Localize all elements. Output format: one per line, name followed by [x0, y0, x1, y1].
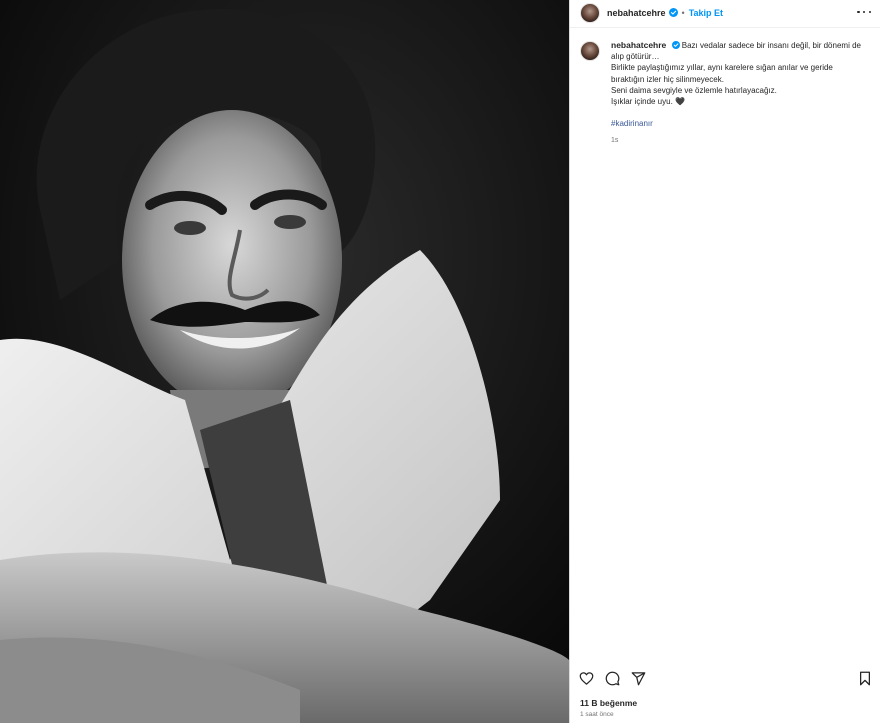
verified-badge-icon — [671, 41, 680, 49]
caption-username[interactable]: nebahatcehre — [611, 40, 666, 50]
bookmark-icon[interactable] — [858, 671, 872, 691]
caption-timestamp: 1s — [611, 137, 619, 145]
more-options-icon[interactable] — [857, 6, 871, 18]
verified-badge-icon — [668, 8, 678, 17]
profile-avatar[interactable] — [580, 2, 600, 23]
header-divider — [570, 27, 880, 28]
post-caption: nebahatcehre Bazı vedalar sadece bir ins… — [580, 40, 872, 147]
caption-body: nebahatcehre Bazı vedalar sadece bir ins… — [611, 40, 861, 147]
caption-line-4: Işıklar içinde uyu. 🖤 — [611, 97, 685, 107]
caption-line-3: Seni daima sevgiyle ve özlemle hatırlaya… — [611, 85, 777, 95]
post-photo-image — [0, 0, 569, 723]
caption-avatar[interactable] — [580, 41, 600, 61]
post-timestamp: 1 saat önce — [580, 711, 614, 718]
follow-button[interactable]: Takip Et — [689, 8, 723, 18]
comment-icon[interactable] — [605, 671, 620, 691]
post-header: nebahatcehre • Takip Et — [570, 0, 880, 25]
post-side-panel: nebahatcehre • Takip Et nebahatcehre Baz… — [569, 0, 880, 723]
hashtag-link[interactable]: #kadirinanır — [611, 118, 861, 129]
post-actions-bar — [579, 671, 872, 689]
share-icon[interactable] — [631, 671, 646, 691]
header-username[interactable]: nebahatcehre — [607, 8, 666, 18]
likes-count[interactable]: 11 B beğenme — [580, 698, 637, 708]
post-photo[interactable] — [0, 0, 569, 723]
header-separator: • — [681, 7, 685, 18]
caption-line-2: Birlikte paylaştığımız yıllar, aynı kare… — [611, 63, 833, 84]
heart-icon[interactable] — [579, 671, 594, 691]
